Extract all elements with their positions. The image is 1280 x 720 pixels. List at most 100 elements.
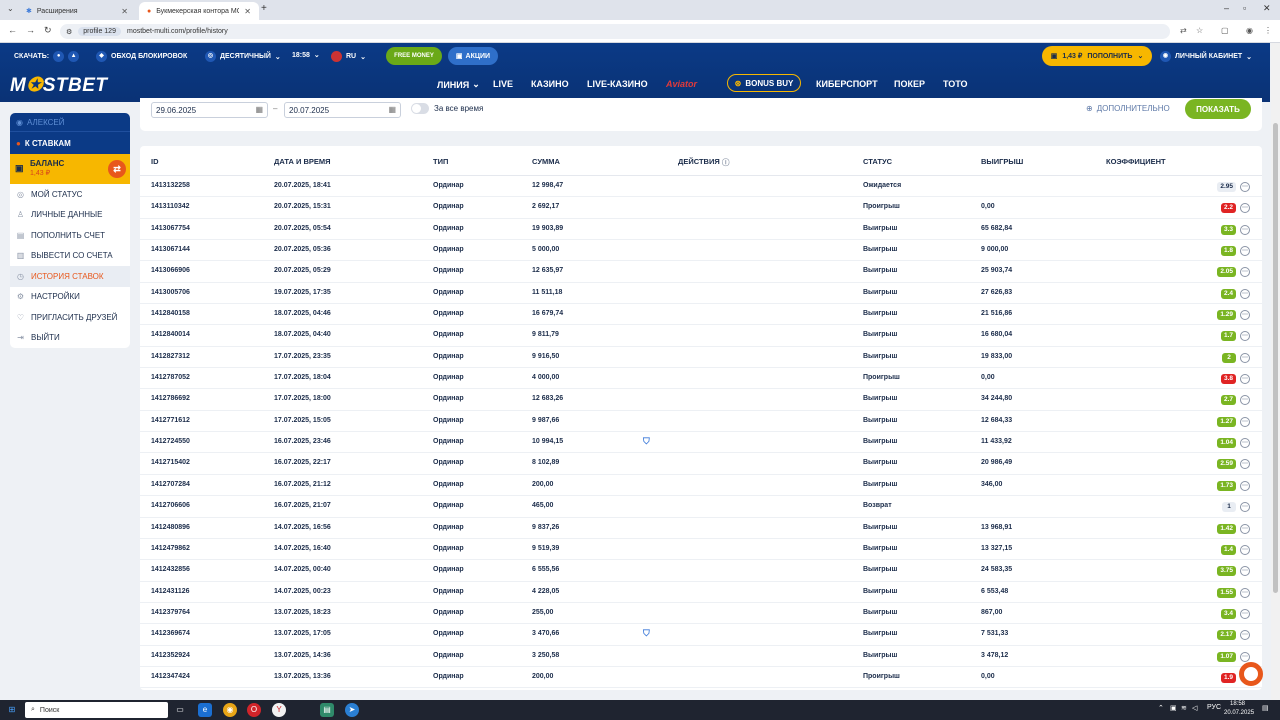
row-more-icon[interactable]: ⋯	[1240, 395, 1250, 406]
forward-icon[interactable]: →	[26, 25, 35, 35]
row-more-icon[interactable]: ⋯	[1240, 651, 1250, 662]
table-row[interactable]: 1412479862 14.07.2025, 16:40 Ординар 9 519,…	[140, 539, 1262, 561]
tab-mostbet[interactable]: ● Букмекерская контора MOSTBET ✕	[139, 2, 259, 20]
taskbar-search[interactable]: ⌕ Поиск	[25, 702, 168, 718]
apple-icon[interactable]: ●	[53, 51, 65, 62]
translate-icon[interactable]: ⇄	[1180, 26, 1187, 35]
maximize-icon[interactable]: ▫	[1243, 3, 1246, 13]
date-from-input[interactable]: 29.06.2025 ▦	[151, 102, 268, 118]
row-more-icon[interactable]: ⋯	[1240, 523, 1250, 534]
tab-extensions[interactable]: ✱ Расширения ✕	[18, 2, 136, 20]
row-more-icon[interactable]: ⋯	[1240, 352, 1250, 363]
table-row[interactable]: 1413066906 20.07.2025, 05:29 Ординар 12 635…	[140, 261, 1262, 283]
edge-icon[interactable]: e	[198, 703, 212, 717]
nav-toto[interactable]: ТОТО	[943, 79, 968, 89]
tab-list-chevron-icon[interactable]: ⌄	[7, 4, 14, 13]
notifications-icon[interactable]: ▤	[1262, 704, 1269, 712]
url-text[interactable]: mostbet-multi.com/profile/history	[127, 28, 228, 35]
table-row[interactable]: 1412707284 16.07.2025, 21:12 Ординар 200,00…	[140, 475, 1262, 497]
row-more-icon[interactable]: ⋯	[1240, 224, 1250, 235]
cabinet-button[interactable]: ◉ ЛИЧНЫЙ КАБИНЕТ ⌄	[1160, 51, 1252, 62]
opera-icon[interactable]: O	[247, 703, 261, 717]
row-more-icon[interactable]: ⋯	[1240, 374, 1250, 385]
all-time-toggle[interactable]	[411, 103, 429, 114]
table-row[interactable]: 1412827312 17.07.2025, 23:35 Ординар 9 916,…	[140, 347, 1262, 369]
profile-chip[interactable]: profile 129	[78, 27, 121, 36]
table-row[interactable]: 1412787052 17.07.2025, 18:04 Ординар 4 000,…	[140, 368, 1262, 390]
nav-poker[interactable]: ПОКЕР	[894, 79, 925, 89]
nav-live-casino[interactable]: LIVE-КАЗИНО	[587, 79, 648, 89]
bookmark-star-icon[interactable]: ☆	[1196, 26, 1203, 35]
site-info-icon[interactable]: ⚙	[66, 28, 72, 36]
show-button[interactable]: ПОКАЗАТЬ	[1185, 99, 1251, 119]
table-row[interactable]: 1413067754 20.07.2025, 05:54 Ординар 19 903…	[140, 219, 1262, 241]
tray-chevron-icon[interactable]: ⌃	[1158, 704, 1164, 712]
sidebar-item-withdraw[interactable]: ▥ ВЫВЕСТИ СО СЧЕТА	[10, 246, 130, 267]
row-more-icon[interactable]: ⋯	[1240, 182, 1250, 192]
nav-live[interactable]: LIVE	[493, 79, 513, 89]
android-icon[interactable]: ▲	[68, 51, 80, 62]
language-indicator[interactable]: РУС	[1207, 704, 1221, 711]
table-row[interactable]: 1412840014 18.07.2025, 04:40 Ординар 9 811,…	[140, 325, 1262, 347]
sidebar-user[interactable]: ◉ АЛЕКСЕЙ	[10, 113, 130, 131]
clock-time[interactable]: 18:58	[1230, 701, 1245, 707]
row-more-icon[interactable]: ⋯	[1240, 246, 1250, 257]
table-row[interactable]: 1412840158 18.07.2025, 04:46 Ординар 16 679…	[140, 304, 1262, 326]
table-row[interactable]: 1413005706 19.07.2025, 17:35 Ординар 11 511…	[140, 283, 1262, 305]
wifi-icon[interactable]: ≋	[1181, 704, 1187, 712]
extensions-icon[interactable]: ▢	[1221, 26, 1229, 35]
table-row[interactable]: 1412724550 16.07.2025, 23:46 Ординар 10 994…	[140, 432, 1262, 454]
insurance-shield-icon[interactable]: ⛉	[643, 436, 650, 447]
table-row[interactable]: 1412771612 17.07.2025, 15:05 Ординар 9 987,…	[140, 411, 1262, 433]
row-more-icon[interactable]: ⋯	[1240, 544, 1250, 555]
app-icon[interactable]: ▤	[320, 703, 334, 717]
table-row[interactable]: 1413110342 20.07.2025, 15:31 Ординар 2 692,…	[140, 197, 1262, 219]
row-more-icon[interactable]: ⋯	[1240, 438, 1250, 449]
table-row[interactable]: 1412786692 17.07.2025, 18:00 Ординар 12 683…	[140, 389, 1262, 411]
sidebar-item-invite[interactable]: ♡ ПРИГЛАСИТЬ ДРУЗЕЙ	[10, 307, 130, 328]
sidebar-item-logout[interactable]: ⇥ ВЫЙТИ	[10, 328, 130, 349]
sidebar-to-bets[interactable]: ● К СТАВКАМ	[10, 131, 130, 154]
row-more-icon[interactable]: ⋯	[1240, 480, 1250, 491]
table-row[interactable]: 1412352924 13.07.2025, 14:36 Ординар 3 250,…	[140, 646, 1262, 667]
odds-format-select[interactable]: ◎ ДЕСЯТИЧНЫЙ ⌄	[205, 51, 281, 62]
row-more-icon[interactable]: ⋯	[1240, 587, 1250, 598]
extra-filters-button[interactable]: ⊕ ДОПОЛНИТЕЛЬНО	[1086, 104, 1170, 113]
row-more-icon[interactable]: ⋯	[1240, 608, 1250, 619]
close-tab-icon[interactable]: ✕	[121, 7, 128, 16]
nav-esports[interactable]: КИБЕРСПОРТ	[816, 79, 878, 89]
table-row[interactable]: 1412347424 13.07.2025, 13:36 Ординар 200,00…	[140, 667, 1262, 689]
profile-icon[interactable]: ◉	[1246, 26, 1253, 35]
bypass-block-button[interactable]: ◆ ОБХОД БЛОКИРОВОК	[96, 51, 187, 62]
task-view-icon[interactable]: ▭	[173, 703, 187, 717]
url-field[interactable]: ⚙ profile 129 mostbet-multi.com/profile/…	[60, 24, 1170, 39]
scrollbar-thumb[interactable]	[1273, 123, 1278, 593]
network-icon[interactable]: ▣	[1170, 704, 1177, 712]
insurance-shield-icon[interactable]: ⛉	[643, 628, 650, 639]
row-more-icon[interactable]: ⋯	[1240, 630, 1250, 641]
sidebar-item-history[interactable]: ◷ ИСТОРИЯ СТАВОК	[10, 266, 130, 287]
table-row[interactable]: 1412432856 14.07.2025, 00:40 Ординар 6 555,…	[140, 560, 1262, 582]
table-row[interactable]: 1412431126 14.07.2025, 00:23 Ординар 4 228,…	[140, 582, 1262, 603]
row-more-icon[interactable]: ⋯	[1240, 502, 1250, 513]
table-row[interactable]: 1412480896 14.07.2025, 16:56 Ординар 9 837,…	[140, 518, 1262, 539]
nav-bonus-buy[interactable]: ⊛ BONUS BUY	[727, 74, 801, 92]
language-select[interactable]: RU ⌄	[331, 51, 366, 62]
table-row[interactable]: 1413132258 20.07.2025, 18:41 Ординар 12 998…	[140, 176, 1262, 198]
exchange-button[interactable]: ⇄	[108, 160, 126, 178]
close-window-icon[interactable]: ✕	[1263, 3, 1271, 14]
promos-button[interactable]: ▣ АКЦИИ	[448, 47, 498, 65]
row-more-icon[interactable]: ⋯	[1240, 203, 1250, 214]
nav-aviator[interactable]: Aviator	[666, 79, 697, 89]
telegram-icon[interactable]: ➤	[345, 703, 359, 717]
table-row[interactable]: 1413067144 20.07.2025, 05:36 Ординар 5 000,…	[140, 240, 1262, 262]
back-icon[interactable]: ←	[8, 25, 17, 35]
new-tab-button[interactable]: +	[261, 3, 267, 14]
yandex-icon[interactable]: Y	[272, 703, 286, 717]
deposit-button[interactable]: ▣ 1,43 ₽ ПОПОЛНИТЬ ⌄	[1042, 46, 1152, 66]
calendar-icon[interactable]: ▦	[388, 105, 396, 114]
chrome-icon[interactable]: ◉	[223, 703, 237, 717]
sidebar-item-personal[interactable]: ♙ ЛИЧНЫЕ ДАННЫЕ	[10, 205, 130, 226]
mostbet-logo[interactable]: M✪STBET	[10, 74, 108, 97]
volume-icon[interactable]: ◁	[1192, 704, 1197, 712]
